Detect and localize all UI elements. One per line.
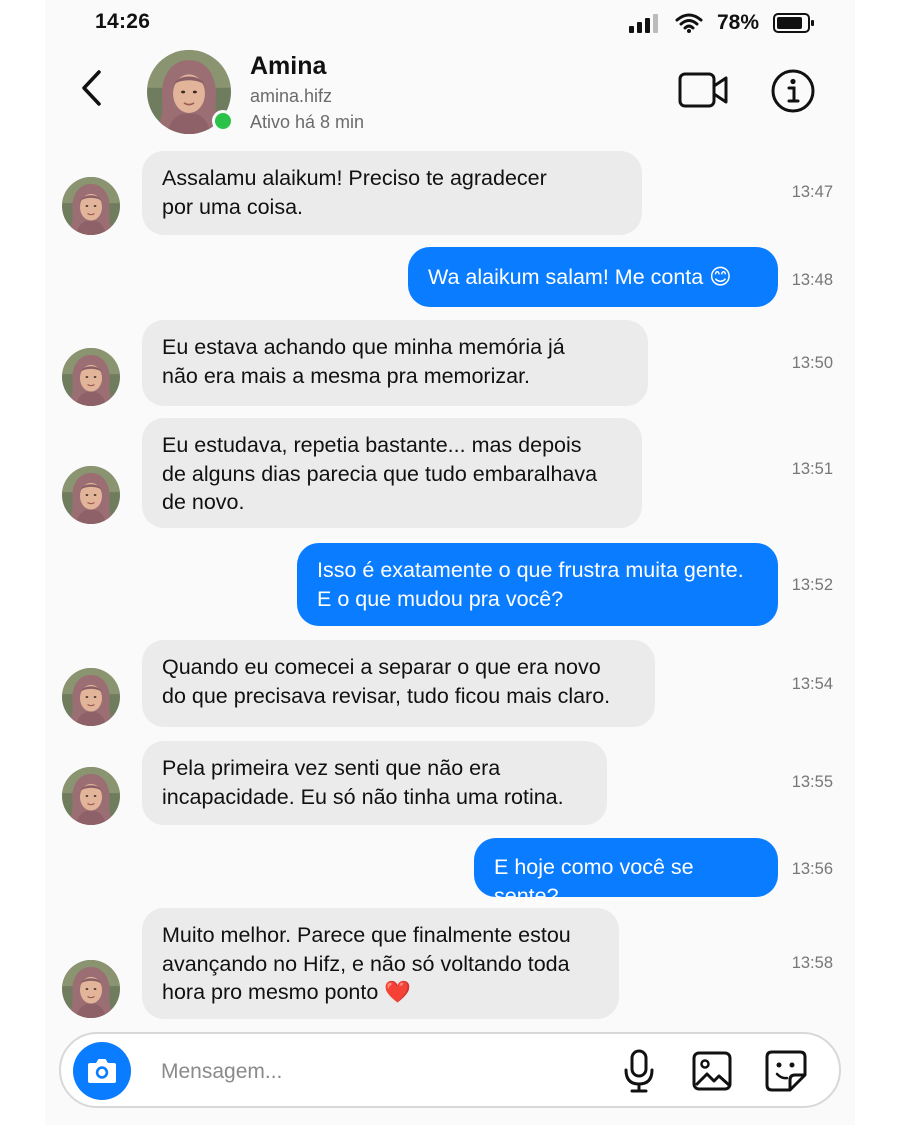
outgoing-message-bubble[interactable]: Isso é exatamente o que frustra muita ge… — [297, 543, 778, 626]
battery-icon — [773, 13, 814, 33]
incoming-message-bubble[interactable]: Pela primeira vez senti que não era inca… — [142, 741, 607, 825]
battery-percentage: 78% — [716, 11, 759, 34]
sticker-icon — [765, 1050, 807, 1092]
sender-avatar — [62, 177, 120, 235]
message-timestamp: 13:54 — [791, 675, 833, 693]
status-icons: 78% — [628, 11, 815, 35]
active-status: Ativo há 8 min — [250, 112, 365, 132]
contact-username: amina.hifz — [250, 86, 333, 106]
message-row: Muito melhor. Parece que finalmente esto… — [45, 908, 855, 1019]
message-row: Isso é exatamente o que frustra muita ge… — [45, 543, 855, 626]
incoming-message-bubble[interactable]: Eu estudava, repetia bastante... mas dep… — [142, 418, 642, 528]
sender-avatar — [62, 348, 120, 406]
message-row: Quando eu comecei a separar o que era no… — [45, 640, 855, 727]
status-bar: 14:26 78% — [45, 0, 855, 46]
message-timestamp: 13:50 — [791, 354, 833, 372]
info-icon — [771, 69, 815, 113]
message-row: E hoje como você se sente? 13:56 — [45, 838, 855, 908]
message-row: Assalamu alaikum! Preciso te agradecer p… — [45, 151, 855, 235]
message-row: Pela primeira vez senti que não era inca… — [45, 741, 855, 825]
message-timestamp: 13:51 — [791, 460, 833, 478]
cellular-signal-icon — [628, 14, 658, 33]
chat-screen: 14:26 78% Amina amina.hifz Ativo há 8 mi… — [45, 0, 855, 1125]
microphone-icon — [624, 1049, 654, 1093]
video-call-button[interactable] — [678, 70, 730, 110]
wifi-icon — [675, 13, 703, 33]
message-timestamp: 13:58 — [791, 954, 833, 972]
camera-button[interactable] — [73, 1042, 131, 1100]
image-icon — [692, 1051, 732, 1091]
outgoing-message-bubble[interactable]: Wa alaikum salam! Me conta 😊 — [408, 247, 778, 307]
message-timestamp: 13:48 — [791, 271, 833, 289]
message-timestamp: 13:56 — [791, 860, 833, 878]
sender-avatar — [62, 466, 120, 524]
chevron-left-icon — [82, 70, 101, 106]
chat-header: Amina amina.hifz Ativo há 8 min — [45, 46, 855, 146]
voice-message-button[interactable] — [621, 1048, 657, 1099]
message-timestamp: 13:47 — [791, 183, 833, 201]
sender-avatar — [62, 767, 120, 825]
status-time: 14:26 — [95, 10, 151, 33]
video-camera-icon — [678, 72, 728, 108]
message-row: Wa alaikum salam! Me conta 😊 13:48 — [45, 247, 855, 307]
info-button[interactable] — [770, 68, 816, 114]
back-button[interactable] — [77, 68, 107, 108]
incoming-message-bubble[interactable]: Quando eu comecei a separar o que era no… — [142, 640, 655, 727]
online-indicator — [212, 110, 234, 132]
message-timestamp: 13:52 — [791, 576, 833, 594]
incoming-message-bubble[interactable]: Assalamu alaikum! Preciso te agradecer p… — [142, 151, 642, 235]
gallery-button[interactable] — [691, 1050, 733, 1097]
camera-icon — [88, 1059, 116, 1083]
message-row: Eu estudava, repetia bastante... mas dep… — [45, 418, 855, 528]
contact-name[interactable]: Amina — [250, 52, 326, 81]
sender-avatar — [62, 960, 120, 1018]
sticker-button[interactable] — [764, 1049, 808, 1098]
message-row: Eu estava achando que minha memória já n… — [45, 320, 855, 406]
message-input[interactable] — [159, 1056, 583, 1088]
sender-avatar — [62, 668, 120, 726]
incoming-message-bubble[interactable]: Eu estava achando que minha memória já n… — [142, 320, 648, 406]
outgoing-message-bubble[interactable]: E hoje como você se sente? — [474, 838, 778, 908]
incoming-message-bubble[interactable]: Muito melhor. Parece que finalmente esto… — [142, 908, 619, 1019]
message-timestamp: 13:55 — [791, 773, 833, 791]
message-composer — [59, 1032, 841, 1108]
